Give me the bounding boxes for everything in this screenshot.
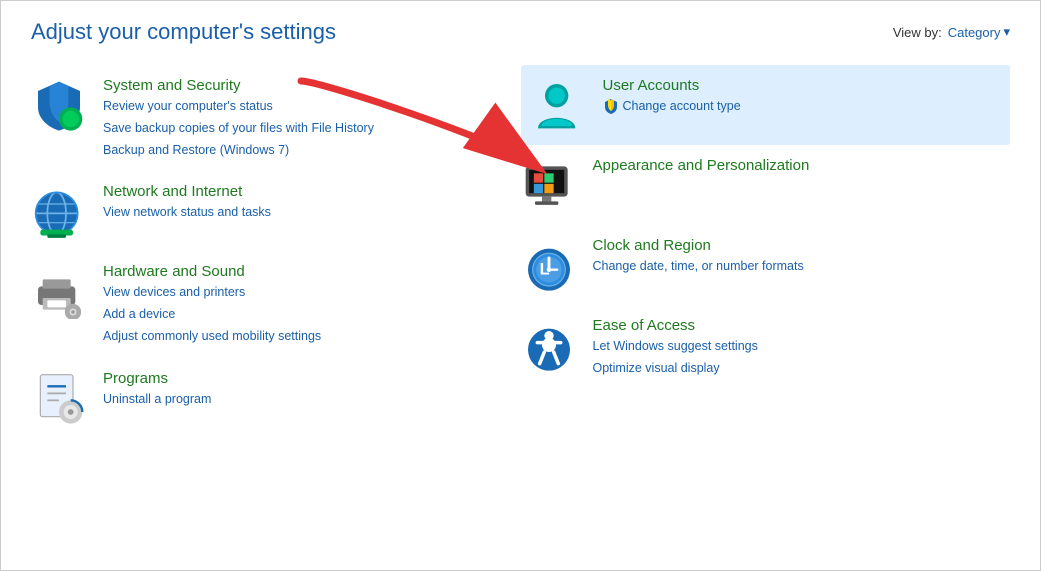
link-review-status[interactable]: Review your computer's status bbox=[103, 97, 374, 116]
link-devices-printers[interactable]: View devices and printers bbox=[103, 283, 321, 302]
programs-title[interactable]: Programs bbox=[103, 370, 211, 387]
category-clock: L Clock and Region Change date, time, or… bbox=[521, 225, 1011, 305]
system-security-icon bbox=[31, 77, 87, 133]
chevron-down-icon: ▾ bbox=[1003, 24, 1010, 40]
clock-title[interactable]: Clock and Region bbox=[593, 237, 804, 254]
clock-icon: L bbox=[521, 237, 577, 293]
link-file-history[interactable]: Save backup copies of your files with Fi… bbox=[103, 119, 374, 138]
category-programs: Programs Uninstall a program bbox=[31, 358, 521, 438]
programs-icon bbox=[31, 370, 87, 426]
network-icon bbox=[31, 183, 87, 239]
right-column: User Accounts Change account type bbox=[521, 65, 1011, 438]
link-mobility[interactable]: Adjust commonly used mobility settings bbox=[103, 327, 321, 346]
hardware-text: Hardware and Sound View devices and prin… bbox=[103, 263, 321, 345]
appearance-text: Appearance and Personalization bbox=[593, 157, 810, 174]
view-by-dropdown[interactable]: Category ▾ bbox=[948, 24, 1010, 40]
link-date-time[interactable]: Change date, time, or number formats bbox=[593, 257, 804, 276]
ease-of-access-icon bbox=[521, 317, 577, 373]
ease-of-access-title[interactable]: Ease of Access bbox=[593, 317, 758, 334]
link-change-account-type[interactable]: Change account type bbox=[603, 97, 741, 116]
link-network-status[interactable]: View network status and tasks bbox=[103, 203, 271, 222]
left-column: System and Security Review your computer… bbox=[31, 65, 521, 438]
view-by-label: View by: bbox=[893, 25, 942, 40]
main-content: System and Security Review your computer… bbox=[1, 55, 1040, 458]
hardware-icon bbox=[31, 263, 87, 319]
clock-text: Clock and Region Change date, time, or n… bbox=[593, 237, 804, 276]
view-by-control: View by: Category ▾ bbox=[893, 24, 1010, 40]
user-accounts-title[interactable]: User Accounts bbox=[603, 77, 741, 94]
programs-text: Programs Uninstall a program bbox=[103, 370, 211, 409]
category-ease-of-access: Ease of Access Let Windows suggest setti… bbox=[521, 305, 1011, 390]
user-accounts-text: User Accounts Change account type bbox=[603, 77, 741, 116]
header: Adjust your computer's settings View by:… bbox=[1, 1, 1040, 55]
system-security-title[interactable]: System and Security bbox=[103, 77, 374, 94]
link-suggest-settings[interactable]: Let Windows suggest settings bbox=[593, 337, 758, 356]
link-visual-display[interactable]: Optimize visual display bbox=[593, 359, 758, 378]
appearance-title[interactable]: Appearance and Personalization bbox=[593, 157, 810, 174]
ease-of-access-text: Ease of Access Let Windows suggest setti… bbox=[593, 317, 758, 378]
network-text: Network and Internet View network status… bbox=[103, 183, 271, 222]
category-hardware: Hardware and Sound View devices and prin… bbox=[31, 251, 521, 357]
category-system-security: System and Security Review your computer… bbox=[31, 65, 521, 171]
system-security-text: System and Security Review your computer… bbox=[103, 77, 374, 159]
appearance-icon bbox=[521, 157, 577, 213]
link-add-device[interactable]: Add a device bbox=[103, 305, 321, 324]
category-appearance: Appearance and Personalization bbox=[521, 145, 1011, 225]
link-backup-restore[interactable]: Backup and Restore (Windows 7) bbox=[103, 141, 374, 160]
page-title: Adjust your computer's settings bbox=[31, 19, 336, 45]
link-uninstall[interactable]: Uninstall a program bbox=[103, 390, 211, 409]
hardware-title[interactable]: Hardware and Sound bbox=[103, 263, 321, 280]
svg-text:L: L bbox=[539, 260, 549, 278]
network-title[interactable]: Network and Internet bbox=[103, 183, 271, 200]
category-user-accounts: User Accounts Change account type bbox=[521, 65, 1011, 145]
user-accounts-icon bbox=[531, 77, 587, 133]
category-network: Network and Internet View network status… bbox=[31, 171, 521, 251]
